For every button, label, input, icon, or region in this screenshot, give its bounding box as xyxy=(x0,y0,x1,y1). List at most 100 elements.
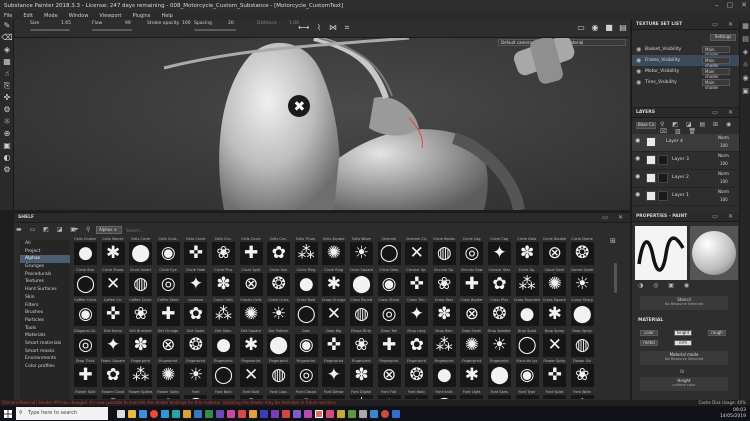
polygon-fill-icon[interactable]: ▦ xyxy=(0,56,14,68)
shelf-item[interactable]: Circular Sp. ✜ xyxy=(403,268,430,298)
3d-viewport[interactable]: Default camera Material ✖ xyxy=(14,38,630,210)
shelf-item[interactable]: Circle Invert ◍ xyxy=(127,268,154,298)
shelf-category-item[interactable]: Smart materials xyxy=(20,340,70,348)
flow-slider[interactable] xyxy=(92,29,132,31)
shelf-item[interactable]: Fingerprint ❂ xyxy=(403,359,430,389)
shelf-item[interactable]: Font Dense✿ xyxy=(320,390,347,399)
shelf-item[interactable]: Dot Pattern ⬤ xyxy=(265,329,292,359)
shelf-item[interactable]: Circle Sharp ✕ xyxy=(100,268,127,298)
shelf-item[interactable]: Dots ◉ xyxy=(293,329,320,359)
channel-nrm-toggle[interactable]: nrm xyxy=(674,340,692,346)
eye-icon[interactable]: ◉ xyxy=(635,137,640,144)
texture-set-row[interactable]: ◉ Tires_Visibility Main shader xyxy=(632,77,740,90)
eye-icon[interactable]: ◉ xyxy=(636,77,641,88)
shelf-item[interactable]: Cross Border ⊗ xyxy=(458,298,485,328)
shelf-item[interactable]: Font Digital⁂ xyxy=(348,390,375,399)
eye-icon[interactable]: ◉ xyxy=(636,66,641,77)
close-button[interactable]: ✕ xyxy=(741,1,747,9)
panel-controls-icon[interactable]: ▭ ✕ xyxy=(712,212,737,222)
stencil-slot[interactable]: Stencil No Resource Selected xyxy=(640,296,728,310)
size-slider[interactable] xyxy=(30,29,70,31)
shelf-category-item[interactable]: Grunges xyxy=(20,263,70,271)
app-icon[interactable] xyxy=(392,409,400,418)
shelf-item[interactable]: Curve Sharp ⬤ xyxy=(569,298,596,328)
shelf-category-item[interactable]: Procedurals xyxy=(20,271,70,279)
shelf-item[interactable]: Font Wide✽ xyxy=(569,390,596,399)
shelf-item[interactable]: Coffee Circle ❀ xyxy=(127,298,154,328)
shelf-item[interactable]: Font Bold◉ xyxy=(210,390,237,399)
shelf-item[interactable]: Crack Lines ☀ xyxy=(265,298,292,328)
shelf-item[interactable]: Flower Cloud❂ xyxy=(100,390,127,399)
grid-view-icon[interactable]: ⊞ xyxy=(610,237,616,245)
shelf-item[interactable]: Drop Thick ✚ xyxy=(72,359,99,389)
panel-controls-icon[interactable]: ▭ ✕ xyxy=(602,213,627,223)
app-icon[interactable] xyxy=(293,409,301,418)
app-icon[interactable] xyxy=(271,409,279,418)
shelf-category-item[interactable]: Materials xyxy=(20,332,70,340)
shelf-item[interactable]: Cells Cluster ● xyxy=(72,237,99,267)
shelf-item[interactable]: Fingerprint ⁂ xyxy=(127,359,154,389)
shelf-scrollbar[interactable] xyxy=(614,263,617,293)
shelf-category-item[interactable]: Smart masks xyxy=(20,348,70,356)
shelf-item[interactable]: Circle Split ⊗ xyxy=(238,268,265,298)
projection-icon[interactable]: ◈ xyxy=(0,44,14,56)
shelf-tools-icon[interactable]: ▬ ▭ ◩ ◪ ▣ xyxy=(16,226,79,233)
app-icon[interactable] xyxy=(194,409,202,418)
shelf-category-item[interactable]: Particles xyxy=(20,317,70,325)
shelf-item[interactable]: Cells Wave ☀ xyxy=(348,237,375,267)
app-icon[interactable] xyxy=(348,409,356,418)
search-icon[interactable]: ⚲ xyxy=(86,226,90,233)
shelf-item[interactable]: Flower Spiky ✜ xyxy=(541,359,568,389)
shelf-item[interactable]: Cross Square ✱ xyxy=(541,298,568,328)
app-icon[interactable] xyxy=(337,409,345,418)
shelf-item[interactable]: Font Splat✦ xyxy=(541,390,568,399)
screenshot-icon[interactable]: ▤ xyxy=(618,23,628,33)
shelf-item[interactable]: Circle Dots ✽ xyxy=(514,237,541,267)
channel-height-toggle[interactable]: height xyxy=(674,330,692,336)
shelf-item[interactable]: Font Flat✺ xyxy=(376,390,403,399)
viewer-settings-icon[interactable]: ▣ xyxy=(740,85,750,98)
channel-select[interactable]: Base Co xyxy=(636,122,656,129)
shelf-item[interactable]: Crack Cells ⁂ xyxy=(210,298,237,328)
minimize-button[interactable]: – xyxy=(715,1,719,9)
menu-window[interactable]: Window xyxy=(69,13,89,19)
shelf-item[interactable]: Fabric Square ✿ xyxy=(100,359,127,389)
display-settings-icon[interactable]: ☼ xyxy=(740,59,750,72)
shelf-item[interactable]: Fingerprint ◍ xyxy=(265,359,292,389)
app-icon[interactable] xyxy=(227,409,235,418)
shelf-item[interactable]: Font⬤ xyxy=(182,390,209,399)
layer-row[interactable]: ◉ Layer 3 Norm 100 xyxy=(632,152,740,170)
shelf-category-item[interactable]: Project xyxy=(20,248,70,256)
app-icon[interactable] xyxy=(304,409,312,418)
stroke-opacity-value[interactable]: 100 xyxy=(182,21,191,26)
height-slot[interactable]: Height uniform color xyxy=(640,377,728,391)
panel-controls-icon[interactable]: ▭ ✕ xyxy=(712,20,737,30)
shelf-category-item[interactable]: Textures xyxy=(20,278,70,286)
shelf-item[interactable]: Cross Thin ✦ xyxy=(403,298,430,328)
shelf-item[interactable]: Cross Bars ✽ xyxy=(431,298,458,328)
shelf-item[interactable]: Cells Square ✺ xyxy=(320,237,347,267)
shelf-item[interactable]: Fingerprint ✽ xyxy=(348,359,375,389)
shelf-item[interactable]: Cross Rounded ● xyxy=(514,298,541,328)
shelf-category-item[interactable]: Tools xyxy=(20,325,70,333)
shelf-item[interactable]: Circle Bands ◍ xyxy=(431,237,458,267)
app-icon[interactable] xyxy=(370,409,378,418)
shelf-item[interactable]: Cross Bold ◯ xyxy=(293,298,320,328)
channel-metal-toggle[interactable]: metal xyxy=(640,340,658,346)
texture-set-settings-button[interactable]: Settings xyxy=(710,34,736,41)
shelf-item[interactable]: Dirt Bump ✦ xyxy=(100,329,127,359)
shelf-item[interactable]: Circle Eye ◎ xyxy=(155,268,182,298)
shelf-item[interactable]: Coffee Stain ✚ xyxy=(155,298,182,328)
shelf-item[interactable]: Dirt Stain ● xyxy=(210,329,237,359)
menu-edit[interactable]: Edit xyxy=(23,13,33,19)
shelf-item[interactable]: Coffee Circle ◉ xyxy=(72,298,99,328)
spacing-value[interactable]: 20 xyxy=(228,21,234,26)
menu-viewport[interactable]: Viewport xyxy=(99,13,121,19)
shelf-item[interactable]: Flower Spikes● xyxy=(127,390,154,399)
app-icon[interactable] xyxy=(205,409,213,418)
app-icon[interactable] xyxy=(260,409,268,418)
shelf-item[interactable]: Cells Thum. ⁂ xyxy=(293,237,320,267)
settings-icon[interactable]: ⚙ xyxy=(0,164,14,176)
chrome-icon[interactable] xyxy=(150,409,158,418)
symmetry-icon[interactable]: ⟷ xyxy=(298,23,309,33)
